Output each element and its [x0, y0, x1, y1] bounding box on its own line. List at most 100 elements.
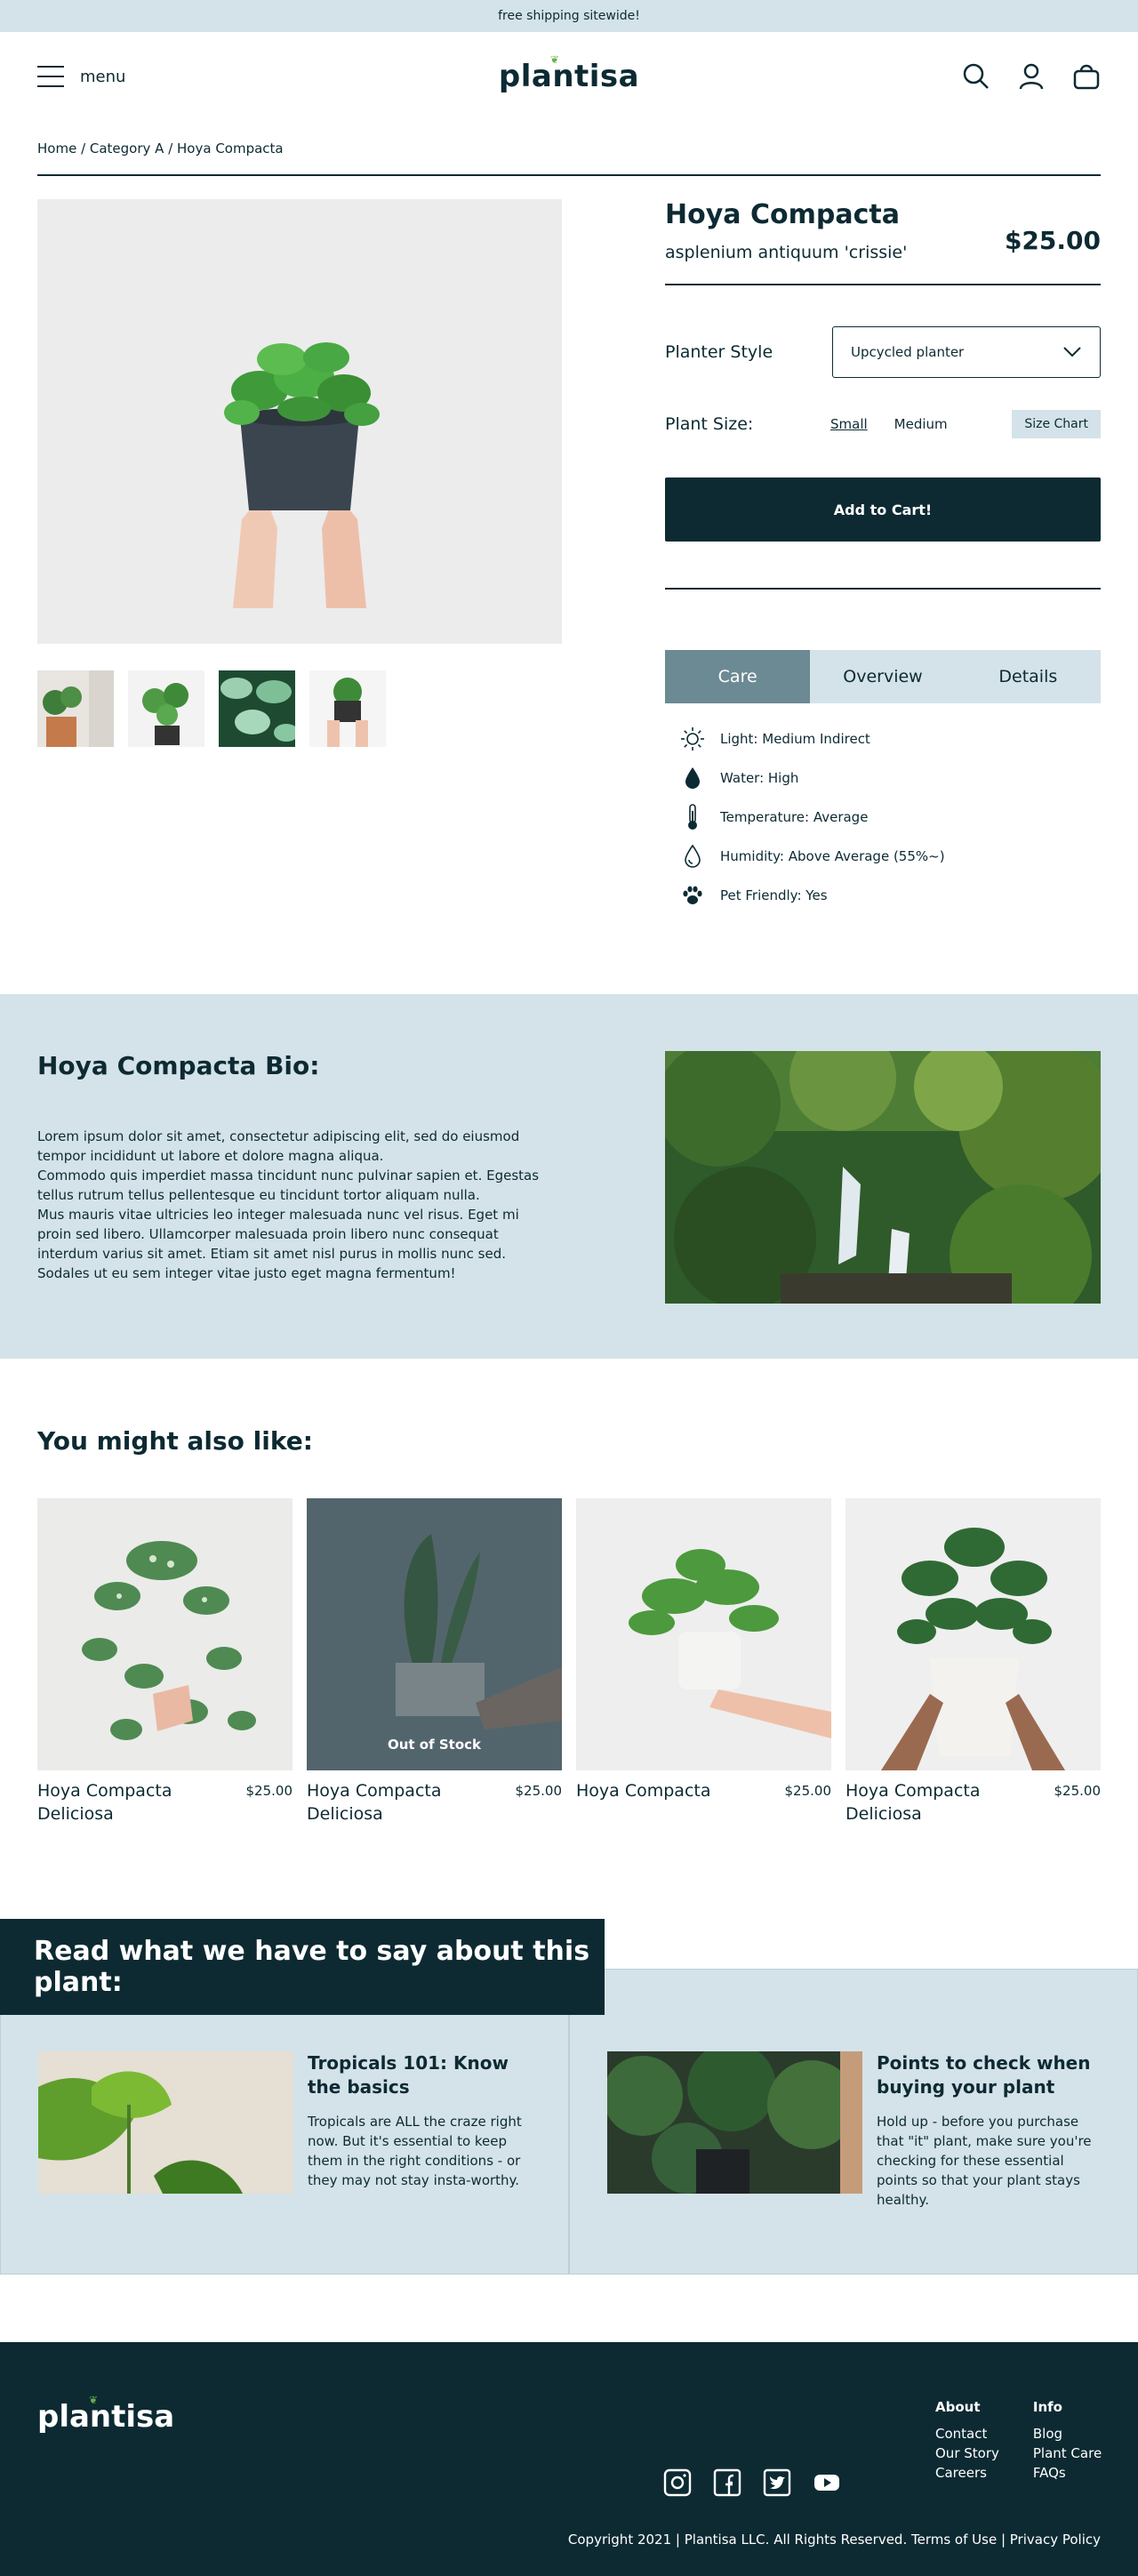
- product-card-price: $25.00: [784, 1783, 832, 1799]
- care-item-water: Water: High: [679, 758, 1101, 798]
- thumbnail-1[interactable]: [37, 670, 114, 747]
- account-icon[interactable]: [1017, 62, 1046, 91]
- bio-image: [665, 1051, 1101, 1304]
- product-title: Hoya Compacta: [665, 199, 900, 230]
- bio-title: Hoya Compacta Bio:: [37, 1051, 320, 1080]
- instagram-icon[interactable]: [663, 2468, 692, 2497]
- thumbnail-3[interactable]: [219, 670, 295, 747]
- article-body: Hold up - before you purchase that "it" …: [877, 2114, 1092, 2208]
- footer-link-faqs[interactable]: FAQs: [1033, 2465, 1102, 2481]
- announcement-bar: free shipping sitewide!: [0, 0, 1138, 32]
- tab-overview[interactable]: Overview: [810, 650, 955, 703]
- planter-style-value: Upcycled planter: [851, 344, 965, 360]
- article-title[interactable]: Tropicals 101: Know the basics: [308, 2051, 531, 2099]
- thermometer-icon: [679, 804, 706, 831]
- product-card[interactable]: Hoya Compacta Deliciosa $25.00: [845, 1498, 1101, 1826]
- copyright-text: Copyright 2021 | Plantisa LLC. All Right…: [567, 2532, 1101, 2548]
- care-water-text: Water: High: [720, 770, 799, 786]
- logo-text: plantisa: [498, 59, 640, 94]
- planter-style-select[interactable]: Upcycled planter: [832, 326, 1101, 378]
- search-icon[interactable]: [962, 62, 990, 91]
- product-card-image[interactable]: [576, 1498, 831, 1770]
- product-card-image[interactable]: Out of Stock: [307, 1498, 562, 1770]
- product-card-image[interactable]: [845, 1498, 1101, 1770]
- article-body: Tropicals are ALL the craze right now. B…: [308, 2114, 522, 2188]
- product-gallery: [37, 199, 562, 994]
- bio-section: Hoya Compacta Bio: Lorem ipsum dolor sit…: [0, 994, 1138, 1359]
- thumbnail-2[interactable]: [128, 670, 204, 747]
- tab-care[interactable]: Care: [665, 650, 811, 703]
- hamburger-icon: [37, 66, 64, 87]
- care-list: Light: Medium Indirect Water: High Tempe…: [665, 719, 1101, 915]
- chevron-down-icon: [1063, 347, 1081, 357]
- product-card[interactable]: Hoya Compacta Deliciosa $25.00: [37, 1498, 293, 1826]
- care-item-temperature: Temperature: Average: [679, 798, 1101, 837]
- size-option-small[interactable]: Small: [830, 416, 868, 432]
- footer-link-plant-care[interactable]: Plant Care: [1033, 2445, 1102, 2461]
- product-subtitle: asplenium antiquum 'crissie': [665, 243, 908, 262]
- thumbnail-4[interactable]: [309, 670, 386, 747]
- care-pet-text: Pet Friendly: Yes: [720, 887, 828, 903]
- bag-icon[interactable]: [1072, 62, 1101, 91]
- planter-style-row: Planter Style Upcycled planter: [665, 326, 1101, 378]
- twitter-icon[interactable]: [763, 2468, 791, 2497]
- menu-label: menu: [80, 67, 126, 86]
- product-card-name[interactable]: Hoya Compacta Deliciosa: [845, 1779, 1023, 1826]
- paw-icon: [679, 882, 706, 909]
- footer-link-blog[interactable]: Blog: [1033, 2426, 1102, 2442]
- recommendations-section: You might also like: Hoya Compacta Delic…: [0, 1359, 1138, 1919]
- menu-button[interactable]: menu: [37, 66, 125, 87]
- product-card-name[interactable]: Hoya Compacta: [576, 1779, 754, 1802]
- facebook-icon[interactable]: [713, 2468, 741, 2497]
- water-drop-icon: [679, 765, 706, 791]
- product-price: $25.00: [1004, 226, 1101, 255]
- care-temperature-text: Temperature: Average: [720, 809, 869, 825]
- footer-info-column: Info Blog Plant Care FAQs: [1033, 2399, 1102, 2484]
- footer-info-heading: Info: [1032, 2399, 1062, 2415]
- footer-about-column: About Contact Our Story Careers: [935, 2399, 999, 2484]
- add-to-cart-button[interactable]: Add to Cart!: [665, 477, 1101, 542]
- footer-logo[interactable]: plantisa ❦: [37, 2394, 174, 2435]
- product-section: Hoya Compacta asplenium antiquum 'crissi…: [0, 176, 1138, 994]
- tab-details[interactable]: Details: [956, 650, 1101, 703]
- logo[interactable]: plantisa ❦: [498, 53, 640, 94]
- article-card[interactable]: Points to check when buying your plant H…: [569, 1969, 1138, 2275]
- thumbnail-strip: [37, 670, 562, 747]
- product-card-name[interactable]: Hoya Compacta Deliciosa: [37, 1779, 215, 1826]
- site-header: menu plantisa ❦: [0, 32, 1138, 121]
- footer-link-our-story[interactable]: Our Story: [935, 2445, 999, 2461]
- product-card-price: $25.00: [245, 1783, 293, 1799]
- footer-about-heading: About: [935, 2399, 981, 2415]
- plant-size-label: Plant Size:: [665, 414, 754, 434]
- product-card-price: $25.00: [1054, 1783, 1102, 1799]
- bio-body: Lorem ipsum dolor sit amet, consectetur …: [37, 1128, 540, 1281]
- product-card[interactable]: Out of Stock Hoya Compacta Deliciosa $25…: [307, 1498, 562, 1826]
- care-humidity-text: Humidity: Above Average (55%~): [720, 848, 945, 864]
- social-links: [663, 2468, 841, 2497]
- care-light-text: Light: Medium Indirect: [720, 731, 870, 747]
- sun-icon: [679, 726, 706, 752]
- size-option-medium[interactable]: Medium: [894, 416, 948, 432]
- size-chart-button[interactable]: Size Chart: [1012, 410, 1101, 438]
- articles-section: Read what we have to say about this plan…: [0, 1919, 1138, 2275]
- breadcrumb[interactable]: Home / Category A / Hoya Compacta: [0, 121, 1138, 174]
- product-card[interactable]: Hoya Compacta $25.00: [576, 1498, 831, 1826]
- article-image[interactable]: [38, 2051, 293, 2194]
- care-item-light: Light: Medium Indirect: [679, 719, 1101, 758]
- footer-link-contact[interactable]: Contact: [935, 2426, 999, 2442]
- product-card-price: $25.00: [515, 1783, 563, 1799]
- site-footer: plantisa ❦ About Contact Our Story Caree…: [0, 2342, 1138, 2576]
- article-title[interactable]: Points to check when buying your plant: [877, 2051, 1100, 2099]
- article-image[interactable]: [607, 2051, 862, 2194]
- leaf-icon: ❦: [549, 53, 560, 66]
- product-main-image[interactable]: [37, 199, 562, 644]
- care-item-pet-friendly: Pet Friendly: Yes: [679, 876, 1101, 915]
- product-card-name[interactable]: Hoya Compacta Deliciosa: [307, 1779, 485, 1826]
- out-of-stock-label: Out of Stock: [387, 1737, 482, 1753]
- footer-link-careers[interactable]: Careers: [935, 2465, 999, 2481]
- product-card-image[interactable]: [37, 1498, 293, 1770]
- humidity-icon: [679, 843, 706, 870]
- divider: [665, 588, 1101, 590]
- breadcrumb-text[interactable]: Home / Category A / Hoya Compacta: [37, 140, 284, 156]
- youtube-icon[interactable]: [813, 2468, 841, 2497]
